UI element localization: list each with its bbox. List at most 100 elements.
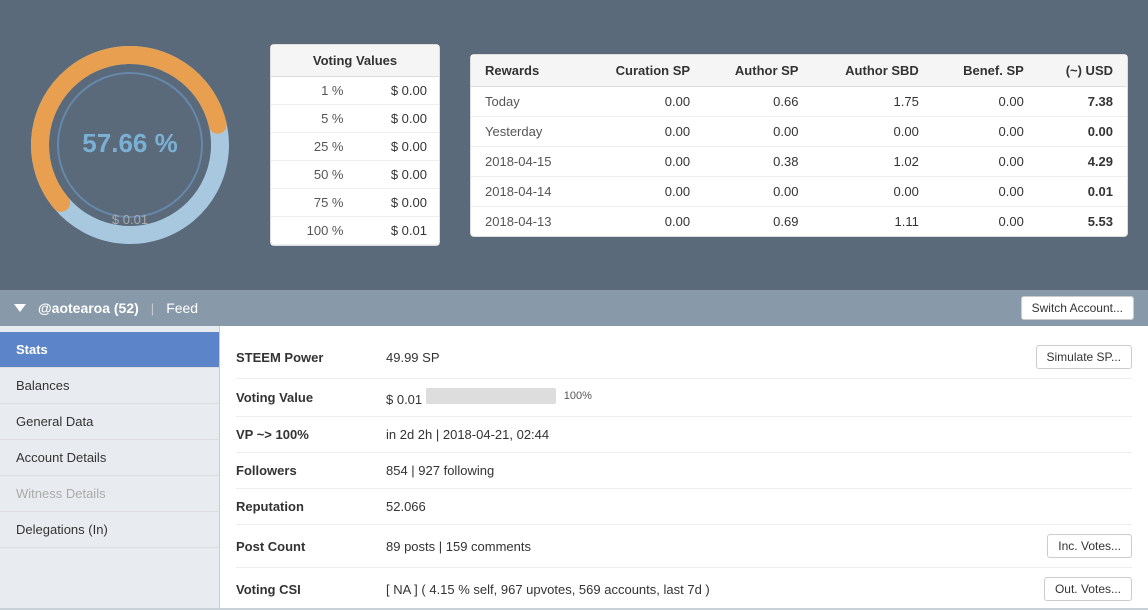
gauge-bottom: $ 0.01	[112, 212, 148, 227]
voting-value-row: 5 % $ 0.00	[271, 105, 439, 133]
rewards-curation: 0.00	[583, 146, 704, 176]
rewards-benef: 0.00	[933, 86, 1038, 116]
voting-amount: $ 0.00	[355, 133, 439, 161]
stat-label-vp-100: VP ~> 100%	[236, 427, 386, 442]
stat-value-text: in 2d 2h | 2018-04-21, 02:44	[386, 427, 549, 442]
rewards-author-sbd: 0.00	[812, 176, 932, 206]
account-name: @aotearoa (52)	[38, 300, 139, 316]
voting-amount: $ 0.00	[355, 161, 439, 189]
account-bar: @aotearoa (52) | Feed Switch Account...	[0, 290, 1148, 326]
rewards-curation: 0.00	[583, 206, 704, 236]
rewards-row: 2018-04-14 0.00 0.00 0.00 0.00 0.01	[471, 176, 1127, 206]
stat-action-steem-power: Simulate SP...	[1036, 345, 1132, 369]
stat-row-reputation: Reputation 52.066	[236, 489, 1132, 525]
rewards-author-sbd: 1.02	[812, 146, 932, 176]
rewards-curation: 0.00	[583, 86, 704, 116]
switch-account-button[interactable]: Switch Account...	[1021, 296, 1134, 320]
progress-bar-container: 100%	[426, 388, 592, 404]
voting-value-row: 1 % $ 0.00	[271, 77, 439, 105]
sidebar-item-account-details[interactable]: Account Details	[0, 440, 219, 476]
action-btn-steem-power[interactable]: Simulate SP...	[1036, 345, 1132, 369]
voting-pct: 75 %	[271, 189, 355, 217]
rewards-author-sp: 0.00	[704, 176, 812, 206]
sidebar-item-balances[interactable]: Balances	[0, 368, 219, 404]
stat-value-steem-power: 49.99 SP	[386, 350, 1036, 365]
rewards-benef: 0.00	[933, 146, 1038, 176]
stat-label-steem-power: STEEM Power	[236, 350, 386, 365]
rewards-col-header: Author SP	[704, 55, 812, 87]
stat-value-text: 49.99 SP	[386, 350, 440, 365]
stat-action-post-count: Inc. Votes...	[1047, 534, 1132, 558]
rewards-usd: 4.29	[1038, 146, 1127, 176]
stat-value-text: $ 0.01	[386, 392, 422, 407]
rewards-row: 2018-04-15 0.00 0.38 1.02 0.00 4.29	[471, 146, 1127, 176]
action-btn-voting-csi[interactable]: Out. Votes...	[1044, 577, 1132, 601]
voting-pct: 25 %	[271, 133, 355, 161]
rewards-col-header: (~) USD	[1038, 55, 1127, 87]
stat-row-followers: Followers 854 | 927 following	[236, 453, 1132, 489]
voting-value-row: 75 % $ 0.00	[271, 189, 439, 217]
voting-values-card: Voting Values 1 % $ 0.00 5 % $ 0.00 25 %…	[270, 44, 440, 246]
rewards-benef: 0.00	[933, 116, 1038, 146]
voting-amount: $ 0.00	[355, 189, 439, 217]
voting-pct: 1 %	[271, 77, 355, 105]
stat-row-steem-power: STEEM Power 49.99 SP Simulate SP...	[236, 336, 1132, 379]
rewards-date: 2018-04-15	[471, 146, 583, 176]
rewards-usd: 0.01	[1038, 176, 1127, 206]
voting-pct: 5 %	[271, 105, 355, 133]
sidebar-item-general-data[interactable]: General Data	[0, 404, 219, 440]
rewards-date: 2018-04-14	[471, 176, 583, 206]
sidebar-item-stats[interactable]: Stats	[0, 332, 219, 368]
rewards-date: Yesterday	[471, 116, 583, 146]
stat-value-text: 89 posts | 159 comments	[386, 539, 531, 554]
rewards-benef: 0.00	[933, 206, 1038, 236]
progress-label: 100%	[564, 390, 592, 402]
rewards-author-sbd: 0.00	[812, 116, 932, 146]
stats-panel: STEEM Power 49.99 SP Simulate SP... Voti…	[220, 326, 1148, 608]
rewards-col-header: Author SBD	[812, 55, 932, 87]
stat-value-voting-csi: [ NA ] ( 4.15 % self, 967 upvotes, 569 a…	[386, 582, 1044, 597]
dropdown-icon[interactable]	[14, 304, 26, 312]
stat-row-voting-csi: Voting CSI [ NA ] ( 4.15 % self, 967 upv…	[236, 568, 1132, 608]
stat-value-post-count: 89 posts | 159 comments	[386, 539, 1047, 554]
rewards-col-header: Benef. SP	[933, 55, 1038, 87]
stat-value-reputation: 52.066	[386, 499, 1132, 514]
stat-value-text: 52.066	[386, 499, 426, 514]
sidebar-item-witness-details: Witness Details	[0, 476, 219, 512]
voting-value-row: 50 % $ 0.00	[271, 161, 439, 189]
voting-pct: 100 %	[271, 217, 355, 245]
sidebar: StatsBalancesGeneral DataAccount Details…	[0, 326, 220, 608]
separator: |	[151, 301, 154, 316]
stat-label-reputation: Reputation	[236, 499, 386, 514]
voting-amount: $ 0.00	[355, 77, 439, 105]
rewards-author-sbd: 1.75	[812, 86, 932, 116]
action-btn-post-count[interactable]: Inc. Votes...	[1047, 534, 1132, 558]
rewards-author-sp: 0.69	[704, 206, 812, 236]
rewards-card: RewardsCuration SPAuthor SPAuthor SBDBen…	[470, 54, 1128, 237]
voting-values-header: Voting Values	[271, 45, 439, 77]
gauge-container: 57.66 % $ 0.01	[20, 35, 240, 255]
stat-action-voting-csi: Out. Votes...	[1044, 577, 1132, 601]
rewards-usd: 7.38	[1038, 86, 1127, 116]
rewards-benef: 0.00	[933, 176, 1038, 206]
rewards-usd: 5.53	[1038, 206, 1127, 236]
stat-label-voting-csi: Voting CSI	[236, 582, 386, 597]
rewards-author-sp: 0.38	[704, 146, 812, 176]
rewards-col-header: Rewards	[471, 55, 583, 87]
stat-value-followers: 854 | 927 following	[386, 463, 1132, 478]
stat-label-post-count: Post Count	[236, 539, 386, 554]
rewards-row: Today 0.00 0.66 1.75 0.00 7.38	[471, 86, 1127, 116]
main-content: StatsBalancesGeneral DataAccount Details…	[0, 326, 1148, 608]
voting-amount: $ 0.01	[355, 217, 439, 245]
rewards-curation: 0.00	[583, 176, 704, 206]
sidebar-item-delegations-in[interactable]: Delegations (In)	[0, 512, 219, 548]
progress-bar	[426, 388, 556, 404]
stat-value-text: [ NA ] ( 4.15 % self, 967 upvotes, 569 a…	[386, 582, 710, 597]
rewards-author-sp: 0.66	[704, 86, 812, 116]
stat-row-voting-value: Voting Value $ 0.01 100%	[236, 379, 1132, 417]
bottom-section: @aotearoa (52) | Feed Switch Account... …	[0, 290, 1148, 608]
voting-value-row: 25 % $ 0.00	[271, 133, 439, 161]
feed-link[interactable]: Feed	[166, 300, 198, 316]
stat-value-text: 854 | 927 following	[386, 463, 494, 478]
gauge-percent: 57.66 %	[82, 128, 177, 159]
